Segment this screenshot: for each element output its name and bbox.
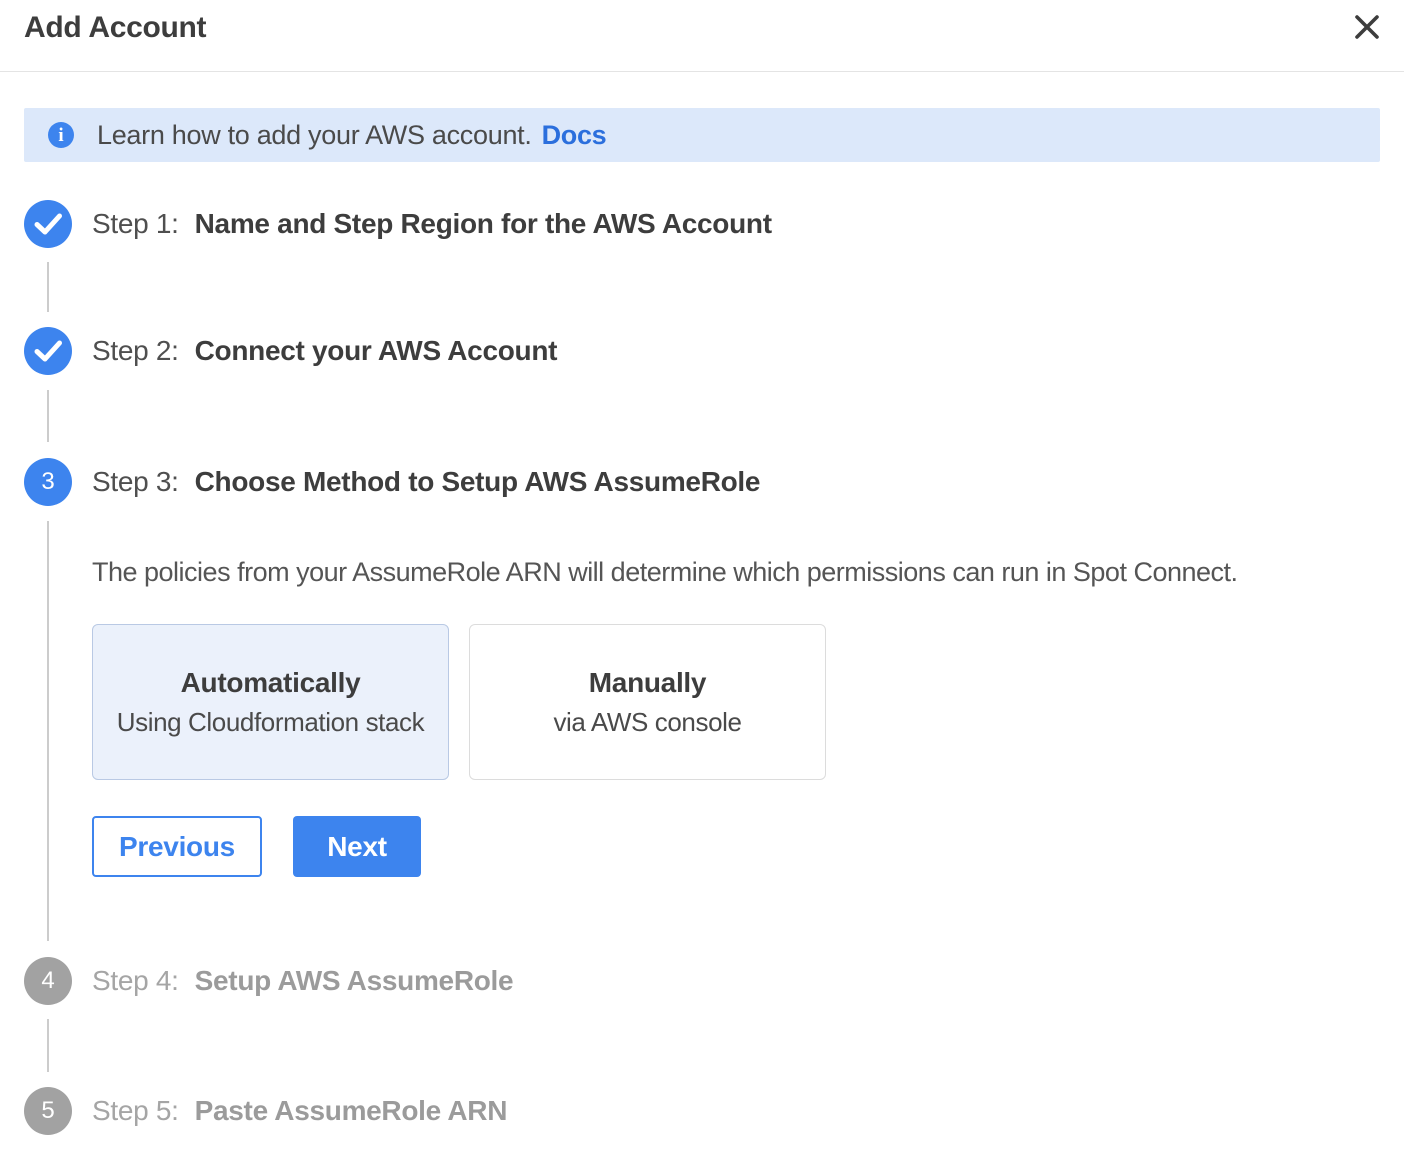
info-banner: i Learn how to add your AWS account. Doc… <box>24 108 1380 162</box>
banner-text: Learn how to add your AWS account. <box>97 120 532 151</box>
step-connector <box>47 390 49 442</box>
option-manually[interactable]: Manually via AWS console <box>469 624 826 780</box>
step-number: 3 <box>41 470 54 494</box>
option-subtitle: Using Cloudformation stack <box>117 707 425 738</box>
close-button[interactable] <box>1346 6 1388 48</box>
step-3-header: Step 3: Choose Method to Setup AWS Assum… <box>92 458 760 506</box>
step-title: Name and Step Region for the AWS Account <box>195 208 772 240</box>
step-connector <box>47 262 49 312</box>
close-icon <box>1354 14 1380 40</box>
modal-header: Add Account <box>0 0 1404 72</box>
step-3-description: The policies from your AssumeRole ARN wi… <box>92 556 1238 588</box>
step-1-indicator <box>24 200 72 248</box>
info-icon: i <box>48 122 74 148</box>
step-1-header: Step 1: Name and Step Region for the AWS… <box>92 200 772 248</box>
step-3-indicator: 3 <box>24 458 72 506</box>
previous-button[interactable]: Previous <box>92 816 262 877</box>
step-4-indicator: 4 <box>24 957 72 1005</box>
step-4-header: Step 4: Setup AWS AssumeRole <box>92 957 513 1005</box>
docs-link[interactable]: Docs <box>542 120 607 151</box>
step-label: Step 5: <box>92 1095 179 1127</box>
step-2-header: Step 2: Connect your AWS Account <box>92 327 557 375</box>
step-title: Setup AWS AssumeRole <box>195 965 514 997</box>
step-number: 5 <box>41 1099 54 1123</box>
step-label: Step 4: <box>92 965 179 997</box>
step-title: Choose Method to Setup AWS AssumeRole <box>195 466 761 498</box>
step-label: Step 3: <box>92 466 179 498</box>
add-account-modal: Add Account i Learn how to add your AWS … <box>0 0 1404 1159</box>
step-connector <box>47 521 49 941</box>
option-subtitle: via AWS console <box>553 707 741 738</box>
step-number: 4 <box>41 969 54 993</box>
modal-title: Add Account <box>24 6 206 50</box>
step-connector <box>47 1019 49 1072</box>
option-automatically[interactable]: Automatically Using Cloudformation stack <box>92 624 449 780</box>
step-label: Step 2: <box>92 335 179 367</box>
step-title: Paste AssumeRole ARN <box>195 1095 507 1127</box>
option-title: Automatically <box>181 667 361 699</box>
step-5-header: Step 5: Paste AssumeRole ARN <box>92 1087 507 1135</box>
step-3-actions: Previous Next <box>92 816 421 877</box>
step-5-indicator: 5 <box>24 1087 72 1135</box>
check-icon <box>24 200 72 248</box>
setup-method-options: Automatically Using Cloudformation stack… <box>92 624 826 780</box>
step-label: Step 1: <box>92 208 179 240</box>
step-2-indicator <box>24 327 72 375</box>
option-title: Manually <box>589 667 706 699</box>
next-button[interactable]: Next <box>293 816 421 877</box>
step-title: Connect your AWS Account <box>195 335 558 367</box>
check-icon <box>24 327 72 375</box>
